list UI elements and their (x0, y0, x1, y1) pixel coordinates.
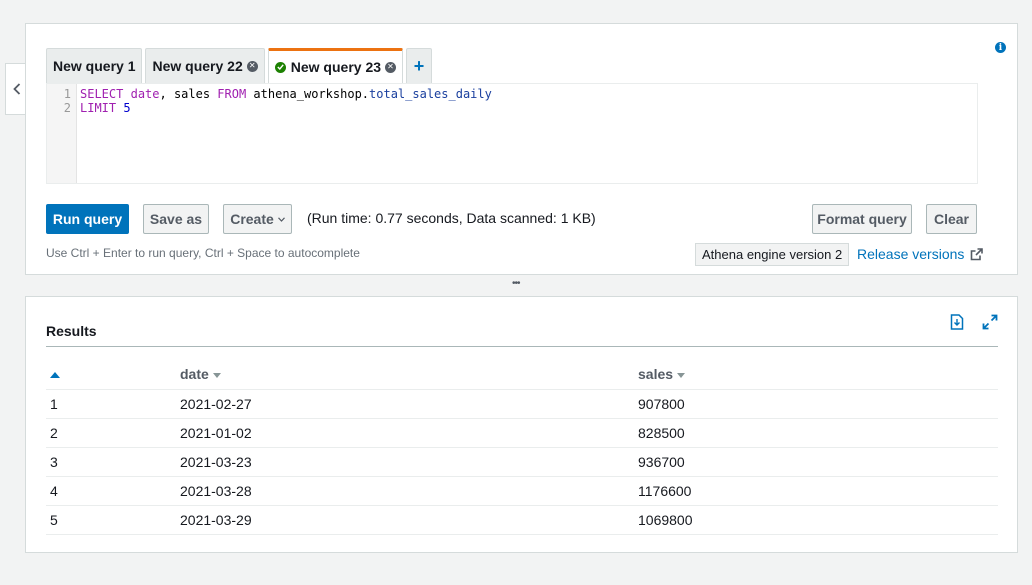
collapse-sidebar-button[interactable] (5, 63, 27, 115)
table-row: 4 2021-03-28 1176600 (46, 476, 998, 506)
engine-version-badge: Athena engine version 2 (695, 243, 850, 266)
row-number-cell: 4 (46, 476, 180, 506)
table-row: 2 2021-01-02 828500 (46, 418, 998, 448)
close-tab-icon[interactable]: ✕ (385, 61, 397, 73)
sales-cell: 907800 (638, 389, 998, 419)
tab-new-query-22[interactable]: New query 22 ✕ (145, 48, 265, 83)
expand-icon[interactable] (982, 314, 998, 330)
code-token: athena_workshop. (246, 87, 370, 101)
code-token: FROM (217, 87, 247, 101)
code-line: LIMIT 5 (80, 100, 492, 116)
code-token: 5 (123, 100, 131, 115)
sales-cell: 828500 (638, 418, 998, 448)
code-token: date (130, 87, 160, 101)
table-row: 1 2021-02-27 907800 (46, 389, 998, 419)
chevron-left-icon (12, 83, 20, 95)
results-title: Results (46, 323, 97, 339)
date-cell: 2021-03-23 (180, 447, 638, 477)
close-tab-icon[interactable]: ✕ (246, 60, 258, 72)
sales-cell: 1069800 (638, 505, 998, 535)
sql-code[interactable]: SELECT date, sales FROM athena_workshop.… (80, 87, 492, 116)
date-cell: 2021-03-28 (180, 476, 638, 506)
column-label: sales (638, 365, 674, 382)
format-query-button[interactable]: Format query (812, 204, 912, 234)
tab-label: New query 1 (53, 58, 136, 74)
chevron-down-icon (277, 216, 285, 222)
row-number-cell: 3 (46, 447, 180, 477)
sales-column-header[interactable]: sales (638, 359, 998, 390)
tab-label: New query 23 (290, 59, 382, 75)
success-check-icon (274, 61, 286, 73)
run-query-label: Run query (52, 211, 123, 227)
line-number: 2 (63, 100, 71, 115)
code-token: SELECT (80, 87, 124, 101)
release-versions-link[interactable]: Release versions (857, 246, 984, 262)
clear-button[interactable]: Clear (926, 204, 977, 234)
create-dropdown-button[interactable]: Create (223, 204, 292, 234)
run-query-button[interactable]: Run query (46, 204, 129, 234)
sort-icon (677, 372, 686, 378)
release-versions-label: Release versions (857, 246, 965, 262)
row-number-cell: 5 (46, 505, 180, 535)
table-header-row: date sales (46, 359, 998, 390)
code-token: total_sales_daily (369, 87, 492, 101)
row-number-cell: 1 (46, 389, 180, 419)
add-tab-button[interactable]: + (406, 48, 433, 83)
divider (46, 346, 998, 347)
date-cell: 2021-01-02 (180, 418, 638, 448)
line-number: 1 (63, 87, 71, 101)
table-row: 5 2021-03-29 1069800 (46, 505, 998, 535)
code-line: SELECT date, sales FROM athena_workshop.… (80, 87, 492, 102)
tab-label: New query 22 (152, 58, 243, 74)
sales-cell: 1176600 (638, 476, 998, 506)
row-number-header[interactable] (46, 359, 180, 390)
run-info: (Run time: 0.77 seconds, Data scanned: 1… (307, 210, 596, 226)
format-query-label: Format query (817, 211, 907, 227)
table-row: 3 2021-03-23 936700 (46, 447, 998, 477)
column-label: date (180, 365, 209, 382)
sort-ascending-icon (50, 372, 60, 379)
create-label: Create (230, 211, 274, 227)
line-number-gutter: 1 2 (47, 84, 77, 183)
plus-icon: + (413, 55, 425, 76)
save-as-label: Save as (149, 211, 203, 227)
external-link-icon (971, 247, 984, 260)
results-panel: Results date sales 1 2021-02-27 907800 2… (25, 296, 1018, 553)
date-column-header[interactable]: date (180, 359, 638, 390)
results-table: date sales 1 2021-02-27 907800 2 2021-01… (46, 359, 998, 535)
save-as-button[interactable]: Save as (143, 204, 209, 234)
query-editor-panel: i New query 1 New query 22 ✕ New query 2… (25, 23, 1018, 275)
date-cell: 2021-02-27 (180, 389, 638, 419)
date-cell: 2021-03-29 (180, 505, 638, 535)
code-token: LIMIT (80, 100, 117, 115)
sort-icon (212, 372, 221, 378)
info-icon[interactable]: i (995, 42, 1006, 53)
download-csv-icon[interactable] (950, 314, 964, 330)
code-token: , sales (159, 87, 218, 101)
tab-new-query-23[interactable]: New query 23 ✕ (267, 48, 404, 83)
keyboard-hint: Use Ctrl + Enter to run query, Ctrl + Sp… (46, 246, 360, 260)
resize-handle[interactable]: ••• (512, 279, 520, 289)
row-number-cell: 2 (46, 418, 180, 448)
sales-cell: 936700 (638, 447, 998, 477)
tab-new-query-1[interactable]: New query 1 (46, 48, 143, 83)
query-tabs: New query 1 New query 22 ✕ New query 23 … (46, 48, 435, 83)
sql-editor[interactable]: 1 2 SELECT date, sales FROM athena_works… (46, 83, 978, 184)
clear-label: Clear (933, 211, 970, 227)
